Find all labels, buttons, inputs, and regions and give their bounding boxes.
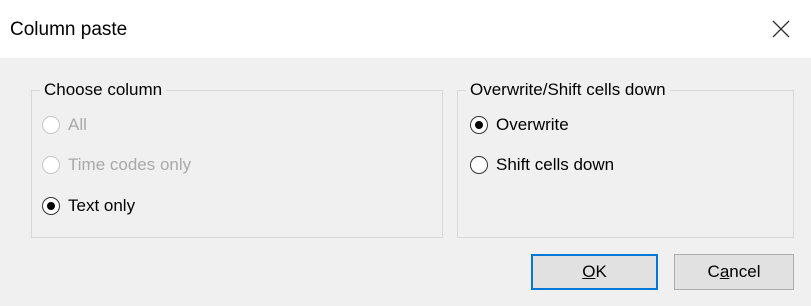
radio-time-codes-only-label: Time codes only xyxy=(68,155,192,174)
cancel-button-mnemonic: a xyxy=(719,262,730,281)
radio-shift-cells-down-circle xyxy=(470,156,488,174)
cancel-button-label-prefix: C xyxy=(707,262,720,281)
cancel-button-label-rest: ncel xyxy=(729,262,761,281)
radio-text-only-circle xyxy=(42,197,60,215)
overwrite-shift-legend: Overwrite/Shift cells down xyxy=(466,79,670,101)
radio-all[interactable]: All xyxy=(42,115,87,135)
radio-overwrite-circle xyxy=(470,116,488,134)
overwrite-shift-group: Overwrite/Shift cells down Overwrite Shi… xyxy=(457,79,794,238)
radio-all-label: All xyxy=(68,115,87,134)
radio-selected-dot xyxy=(475,121,483,129)
radio-overwrite-label: Overwrite xyxy=(496,115,569,134)
radio-shift-cells-down[interactable]: Shift cells down xyxy=(470,155,614,175)
radio-text-only[interactable]: Text only xyxy=(42,196,135,216)
radio-all-circle xyxy=(42,116,60,134)
cancel-button[interactable]: Ca ncel xyxy=(674,254,794,290)
choose-column-group: Choose column All Time codes only Text o… xyxy=(31,79,443,238)
radio-text-only-label: Text only xyxy=(68,196,136,215)
ok-button-label-rest: K xyxy=(595,262,607,281)
radio-time-codes-only-circle xyxy=(42,156,60,174)
radio-selected-dot xyxy=(47,202,55,210)
title-bar: Column paste xyxy=(0,0,811,58)
column-paste-dialog: Column paste Choose column All Time code… xyxy=(0,0,811,306)
radio-time-codes-only[interactable]: Time codes only xyxy=(42,155,191,175)
close-button[interactable] xyxy=(751,0,811,58)
radio-overwrite[interactable]: Overwrite xyxy=(470,115,569,135)
ok-button-mnemonic: O xyxy=(582,262,596,281)
dialog-title: Column paste xyxy=(10,19,128,40)
close-icon xyxy=(772,20,790,38)
radio-shift-cells-down-label: Shift cells down xyxy=(496,155,615,174)
ok-button[interactable]: OK xyxy=(531,254,658,290)
choose-column-legend: Choose column xyxy=(40,79,167,101)
